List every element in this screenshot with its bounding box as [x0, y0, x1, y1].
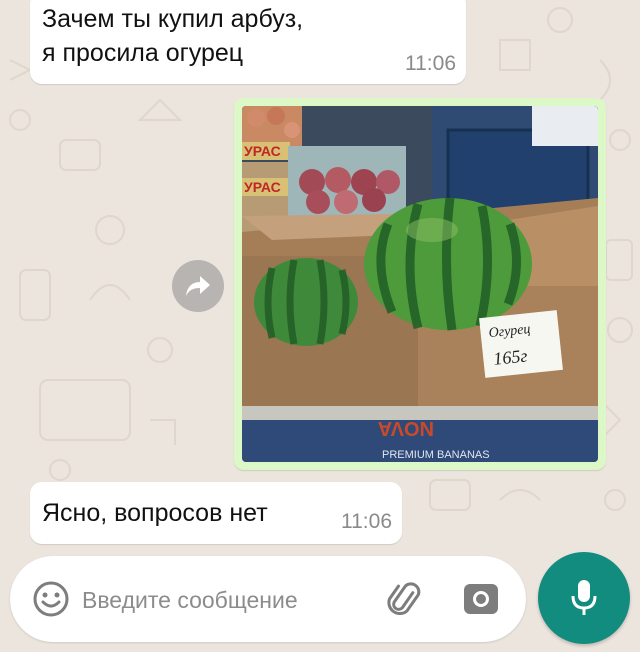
microphone-icon: [571, 580, 597, 615]
sign-weight: 165г: [492, 345, 528, 368]
forward-icon: [186, 276, 210, 296]
mic-button[interactable]: [538, 552, 630, 644]
message-composer: [10, 556, 526, 642]
paperclip-icon: [387, 582, 421, 616]
message-time: 11:06: [405, 52, 456, 75]
camera-icon: [464, 584, 498, 614]
message-input[interactable]: [80, 578, 374, 622]
message-text: Зачем ты купил арбуз, я просила огурец: [42, 5, 304, 67]
emoji-icon: [33, 581, 69, 617]
message-time: 11:06: [341, 510, 392, 533]
emoji-button[interactable]: [32, 580, 70, 618]
photo-watermelons[interactable]: УРАС УРАС Огурец 165г NOVA PREMIUM BANAN…: [242, 106, 598, 462]
box-print-2: PREMIUM BANANAS: [382, 449, 490, 461]
attach-button[interactable]: [384, 578, 428, 622]
message-text: Ясно, вопросов нет: [42, 499, 268, 527]
photo-scene: УРАС УРАС Огурец 165г NOVA PREMIUM BANAN…: [242, 106, 598, 462]
box-print: NOVA: [378, 417, 434, 439]
image-message[interactable]: УРАС УРАС Огурец 165г NOVA PREMIUM BANAN…: [234, 98, 606, 470]
forward-button[interactable]: [172, 260, 224, 312]
crate-label-2: УРАС: [244, 179, 281, 195]
incoming-message[interactable]: Ясно, вопросов нет 11:06: [30, 482, 402, 544]
crate-label: УРАС: [244, 143, 281, 159]
camera-button[interactable]: [462, 580, 500, 618]
incoming-message[interactable]: Зачем ты купил арбуз, я просила огурец 1…: [30, 0, 466, 84]
